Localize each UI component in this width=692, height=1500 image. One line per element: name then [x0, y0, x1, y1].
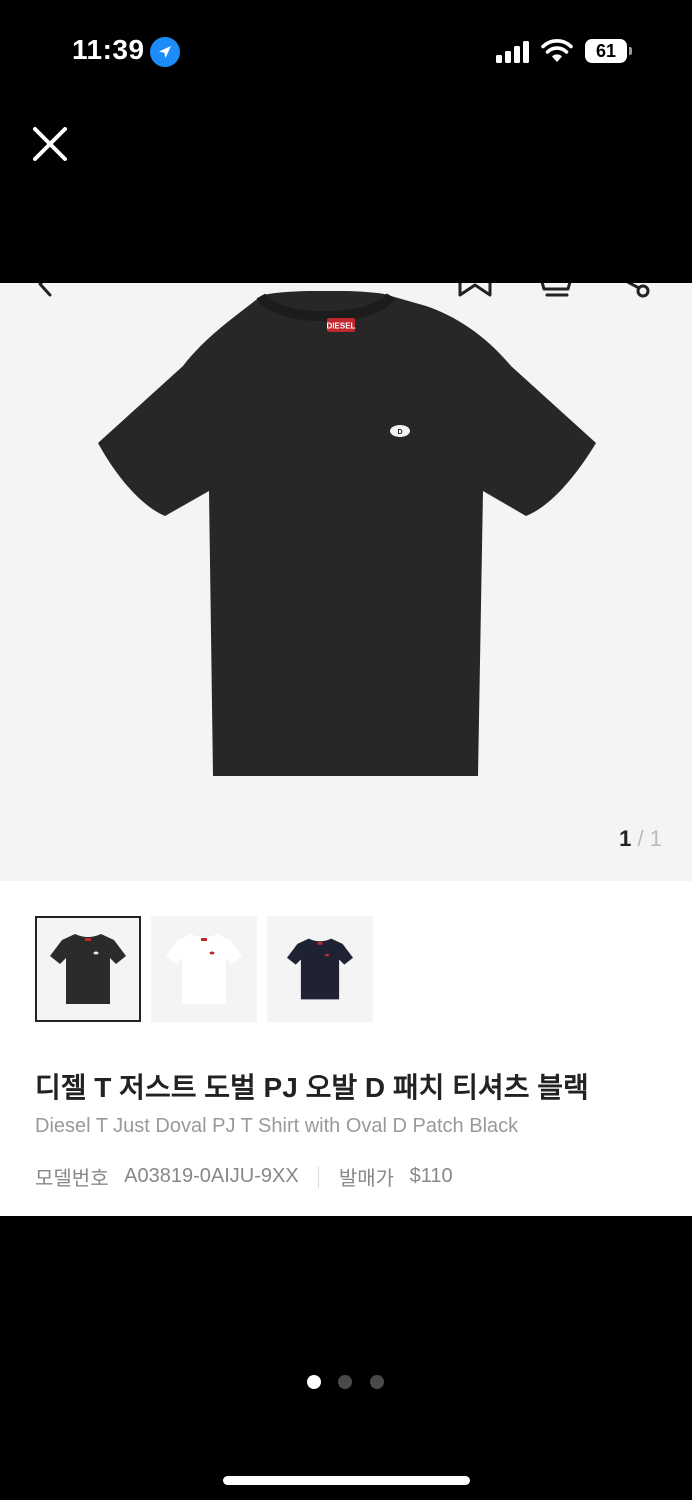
share-icon[interactable] — [620, 283, 654, 299]
thumbnail-shirt-3 — [287, 938, 353, 1000]
svg-text:D: D — [397, 429, 402, 436]
product-image: DIESEL D — [98, 291, 596, 776]
cellular-signal-icon — [496, 41, 529, 63]
close-button[interactable] — [30, 124, 70, 164]
meta-divider — [318, 1165, 320, 1188]
model-number-label: 모델번호 — [35, 1168, 109, 1190]
status-bar: 11:39 61 — [0, 0, 692, 100]
image-counter-separator: / — [637, 826, 644, 851]
chevron-left-icon[interactable] — [32, 283, 60, 299]
battery-level: 61 — [595, 41, 617, 61]
image-counter-total: 1 — [649, 826, 662, 851]
thumbnail-black[interactable] — [35, 916, 141, 1022]
home-indicator[interactable] — [223, 1476, 470, 1485]
thumbnail-white[interactable] — [151, 916, 257, 1022]
page-dot-1[interactable] — [307, 1375, 321, 1389]
product-meta: 모델번호 A03819-0AIJU-9XX 발매가 $110 — [35, 1162, 453, 1191]
page-dot-3[interactable] — [370, 1375, 384, 1389]
thumbnail-navy[interactable] — [267, 916, 373, 1022]
release-price-label: 발매가 — [338, 1168, 395, 1190]
thumbnail-shirt-2 — [166, 934, 242, 1004]
release-price-value: $110 — [409, 1165, 453, 1187]
battery-icon: 61 — [585, 39, 633, 65]
image-counter: 1 / 1 — [619, 826, 662, 852]
thumbnail-shirt-1 — [50, 934, 126, 1004]
svg-text:DIESEL: DIESEL — [327, 322, 356, 331]
image-counter-current: 1 — [619, 826, 632, 851]
model-number-value: A03819-0AIJU-9XX — [124, 1165, 299, 1187]
product-title-english: Diesel T Just Doval PJ T Shirt with Oval… — [35, 1115, 519, 1137]
page-dot-2[interactable] — [338, 1375, 352, 1389]
location-arrow-icon — [150, 37, 180, 67]
status-time: 11:39 — [72, 34, 145, 65]
product-image-area[interactable]: DIESEL D 1 / 1 — [0, 283, 692, 881]
wifi-icon — [541, 39, 573, 62]
product-card: DIESEL D 1 / 1 디젤 T 저스트 도벌 PJ 오발 D 패치 티셔… — [0, 283, 692, 1216]
product-title-korean: 디젤 T 저스트 도벌 PJ 오발 D 패치 티셔츠 블랙 — [35, 1072, 589, 1103]
close-icon — [33, 127, 67, 161]
